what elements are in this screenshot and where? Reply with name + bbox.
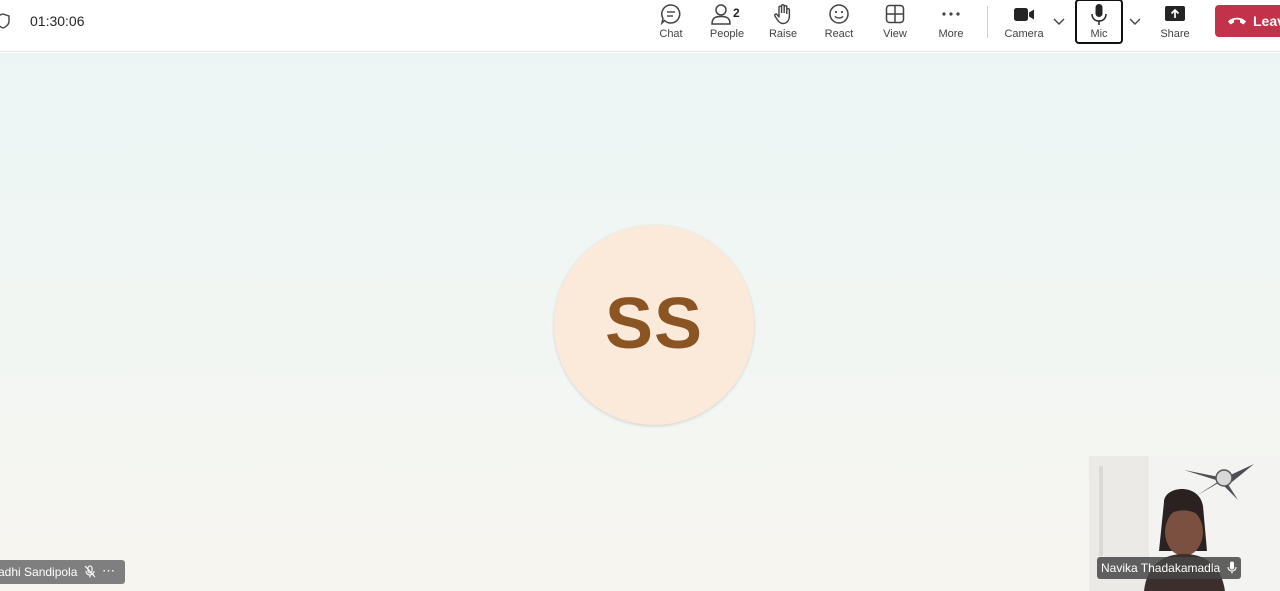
chat-icon <box>660 4 681 25</box>
shield-icon <box>0 13 10 29</box>
meeting-toolbar: 01:30:06 Chat 2 People Raise React View … <box>0 0 1280 52</box>
mic-label: Mic <box>1090 28 1108 40</box>
self-name: Navika Thadakamadla <box>1101 561 1221 575</box>
avatar-initials: SS <box>604 284 704 364</box>
raise-label: Raise <box>768 28 798 40</box>
people-count: 2 <box>733 6 740 20</box>
people-label: People <box>709 28 745 40</box>
toolbar-divider <box>987 6 988 38</box>
hang-up-icon <box>1228 17 1246 25</box>
people-button[interactable]: 2 People <box>699 0 755 44</box>
participant-avatar: SS <box>554 225 754 425</box>
camera-options-chevron-icon[interactable] <box>1052 14 1066 28</box>
mic-button[interactable]: Mic <box>1075 0 1123 44</box>
self-video-tile[interactable]: Navika Thadakamadla <box>1089 456 1280 591</box>
call-timer: 01:30:06 <box>30 13 85 29</box>
participant-name-tag: adhi Sandipola ⋯ <box>0 560 125 584</box>
share-icon <box>1165 6 1185 21</box>
chat-button[interactable]: Chat <box>643 0 699 44</box>
camera-icon <box>1014 8 1034 21</box>
more-label: More <box>938 28 964 40</box>
view-button[interactable]: View <box>867 0 923 44</box>
camera-button[interactable]: Camera <box>996 0 1052 44</box>
mic-muted-icon <box>84 565 96 578</box>
self-name-tag: Navika Thadakamadla <box>1097 557 1241 579</box>
camera-label: Camera <box>1004 28 1044 40</box>
smiley-icon <box>829 4 849 24</box>
leave-button[interactable]: Leave <box>1215 5 1280 37</box>
participant-options-icon[interactable]: ⋯ <box>102 563 115 579</box>
people-icon <box>711 4 731 25</box>
react-button[interactable]: React <box>811 0 867 44</box>
participant-name: adhi Sandipola <box>0 565 78 579</box>
raise-hand-button[interactable]: Raise <box>755 0 811 44</box>
mic-options-chevron-icon[interactable] <box>1128 14 1142 28</box>
hand-icon <box>774 4 791 25</box>
view-label: View <box>883 28 907 40</box>
react-label: React <box>824 28 854 40</box>
mic-icon <box>1091 4 1107 25</box>
video-stage: SS <box>0 53 1280 591</box>
more-icon <box>942 12 960 16</box>
chat-label: Chat <box>659 28 683 40</box>
grid-view-icon <box>885 4 905 24</box>
mic-on-icon <box>1227 561 1237 574</box>
more-button[interactable]: More <box>923 0 979 44</box>
leave-label: Leave <box>1253 13 1280 29</box>
share-label: Share <box>1160 28 1190 40</box>
share-button[interactable]: Share <box>1147 0 1203 44</box>
